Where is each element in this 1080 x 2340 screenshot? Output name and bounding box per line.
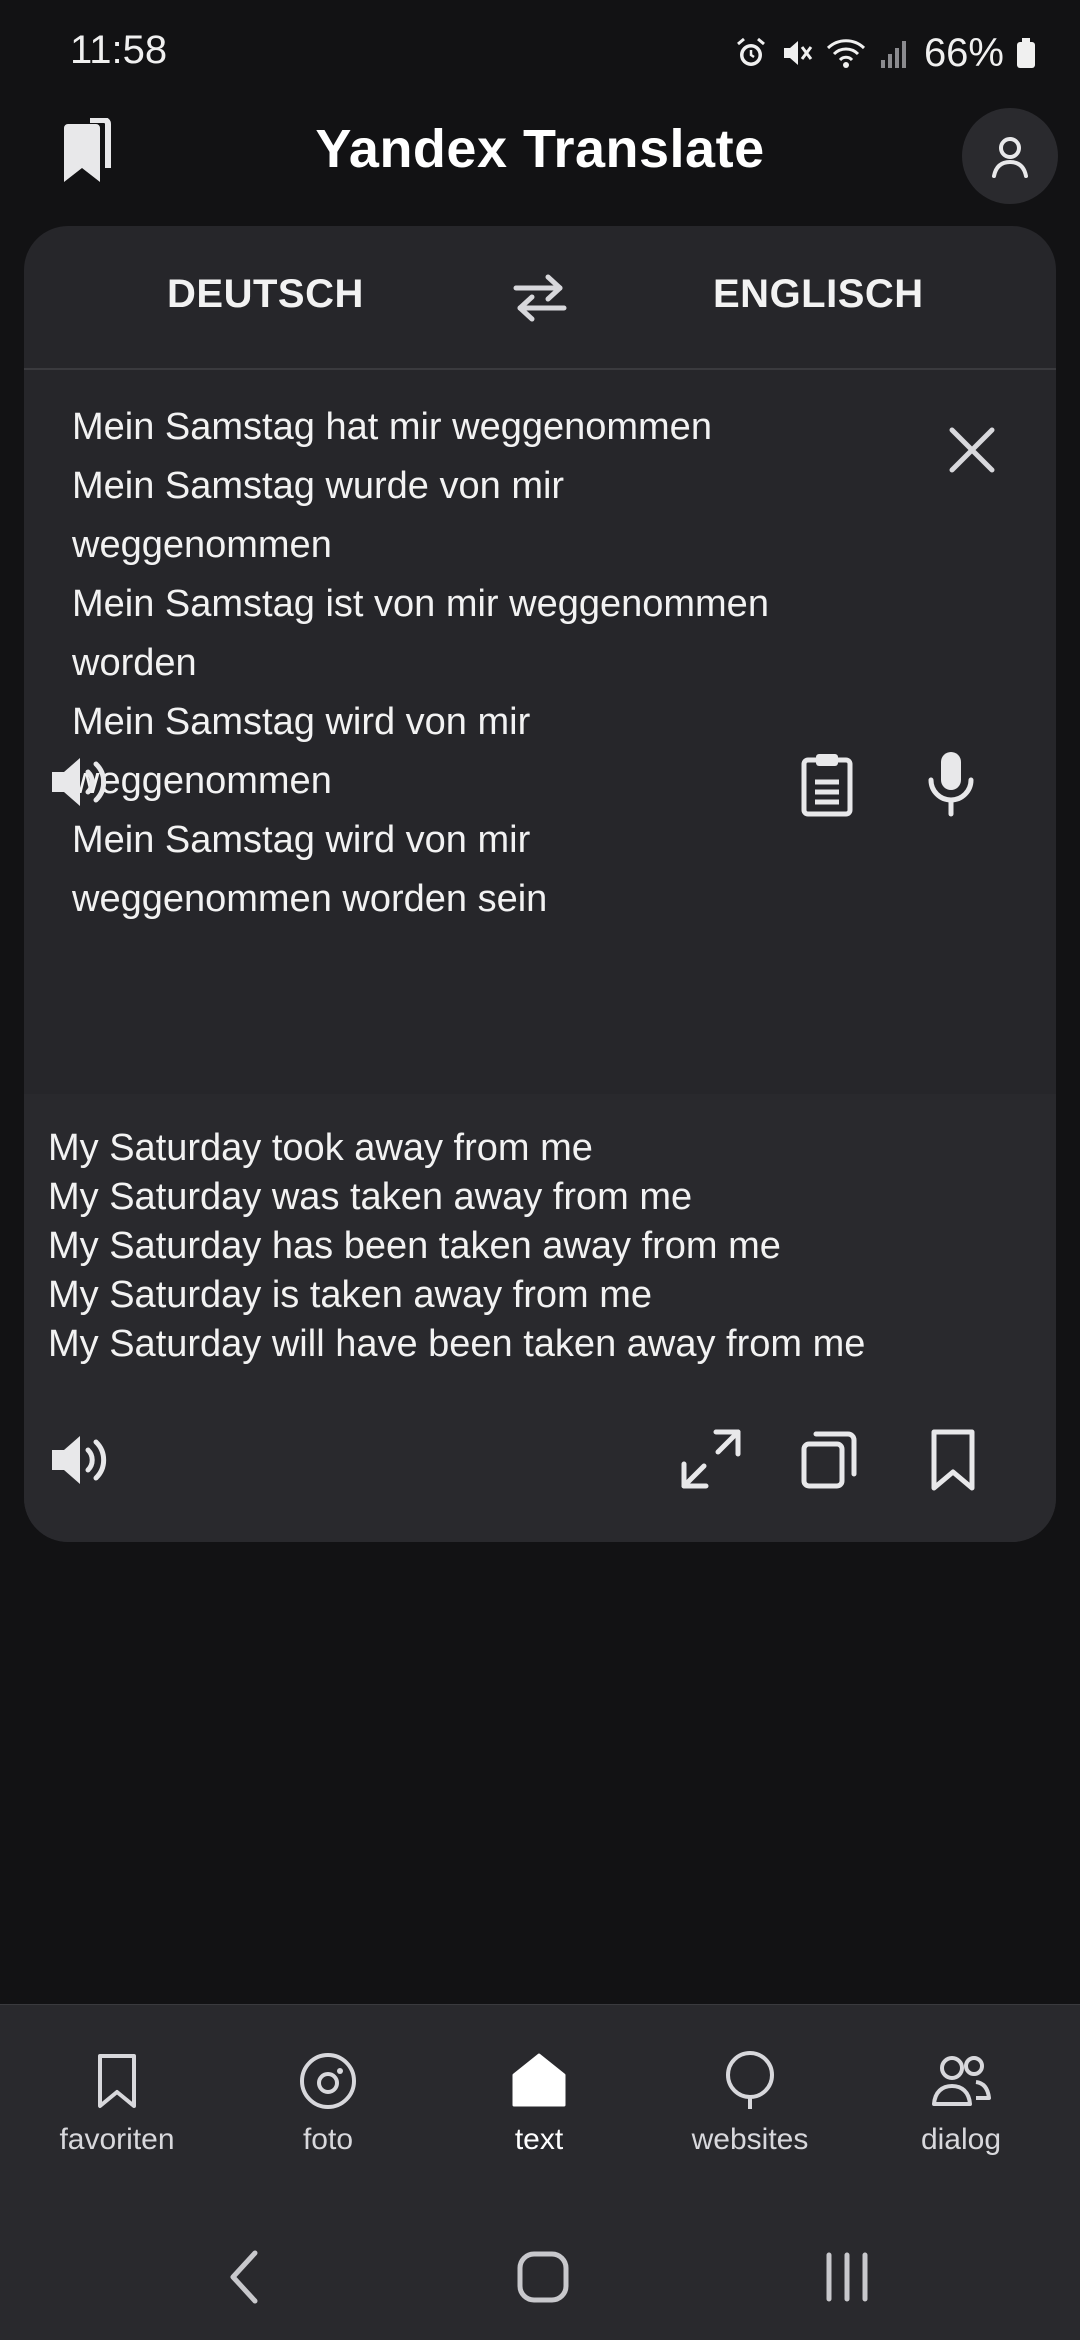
chevron-left-icon [225, 2247, 265, 2307]
translation-line: My Saturday will have been taken away fr… [48, 1323, 866, 1365]
translation-line: My Saturday took away from me [48, 1127, 593, 1169]
source-line: Mein Samstag wird von mir [72, 819, 531, 861]
source-language-button[interactable]: DEUTSCH [167, 272, 364, 317]
alarm-icon [734, 36, 768, 70]
nav-item-text[interactable]: text [434, 2005, 644, 2205]
app-title: Yandex Translate [315, 119, 765, 179]
recents-button[interactable] [812, 2242, 882, 2312]
source-line: Mein Samstag wurde von mir [72, 465, 565, 507]
user-icon [988, 132, 1032, 180]
swap-languages-button[interactable] [512, 272, 568, 324]
people-icon [929, 2049, 993, 2113]
recents-icon [821, 2249, 873, 2305]
source-line: Mein Samstag ist von mir weggenommen [72, 583, 769, 625]
expand-icon [680, 1428, 742, 1490]
nav-label: foto [302, 2123, 354, 2156]
nav-label: websites [691, 2123, 809, 2156]
swap-arrows-icon [512, 272, 568, 324]
copy-button[interactable] [800, 1428, 858, 1490]
bookmark-button[interactable] [928, 1428, 978, 1492]
source-line: weggenommen [72, 524, 332, 566]
nav-item-websites[interactable]: websites [645, 2005, 855, 2205]
translation-line: My Saturday has been taken away from me [48, 1225, 781, 1267]
status-time: 11:58 [70, 28, 168, 72]
home-button[interactable] [508, 2242, 578, 2312]
translation-line: My Saturday was taken away from me [48, 1176, 693, 1218]
source-line: worden [72, 642, 197, 684]
translation-speak-button[interactable] [48, 1430, 114, 1490]
speaker-icon [48, 752, 114, 812]
globe-icon [718, 2049, 782, 2113]
home-icon [507, 2049, 571, 2113]
camera-icon [296, 2049, 360, 2113]
profile-button[interactable] [962, 108, 1058, 204]
back-button[interactable] [210, 2242, 280, 2312]
bookmark-icon [928, 1428, 978, 1492]
nav-item-favoriten[interactable]: favoriten [12, 2005, 222, 2205]
bookmark-icon [85, 2049, 149, 2113]
copy-icon [800, 1428, 858, 1490]
voice-input-button[interactable] [926, 750, 976, 818]
status-icons: 66% [734, 28, 1036, 78]
language-bar: DEUTSCH ENGLISCH [24, 226, 1056, 370]
clipboard-icon [800, 752, 854, 818]
nav-item-dialog[interactable]: dialog [856, 2005, 1066, 2205]
target-language-button[interactable]: ENGLISCH [713, 272, 924, 317]
microphone-icon [926, 750, 976, 818]
square-icon [515, 2249, 571, 2305]
source-line: weggenommen worden sein [72, 878, 548, 920]
source-speak-button[interactable] [48, 752, 114, 812]
source-text-input[interactable]: Mein Samstag hat mir weggenommen Mein Sa… [72, 398, 912, 929]
fullscreen-button[interactable] [680, 1428, 742, 1490]
bottom-navigation: favoriten foto text websites dialog [0, 2004, 1080, 2205]
translation-output: My Saturday took away from me My Saturda… [48, 1124, 1008, 1369]
nav-label: favoriten [59, 2123, 175, 2156]
source-line: Mein Samstag wird von mir [72, 701, 531, 743]
source-line: weggenommen [72, 760, 332, 802]
battery-icon [1016, 36, 1036, 70]
clear-text-button[interactable] [944, 422, 1000, 478]
system-navigation-bar [0, 2204, 1080, 2340]
paste-button[interactable] [800, 752, 854, 818]
signal-icon [878, 36, 912, 70]
nav-label: text [514, 2123, 564, 2156]
mute-icon [780, 36, 814, 70]
speaker-icon [48, 1430, 114, 1490]
nav-label: dialog [920, 2123, 1002, 2156]
translation-line: My Saturday is taken away from me [48, 1274, 652, 1316]
wifi-icon [826, 36, 866, 70]
nav-item-foto[interactable]: foto [223, 2005, 433, 2205]
close-icon [944, 422, 1000, 478]
battery-percent: 66% [923, 30, 1004, 75]
source-line: Mein Samstag hat mir weggenommen [72, 406, 712, 448]
